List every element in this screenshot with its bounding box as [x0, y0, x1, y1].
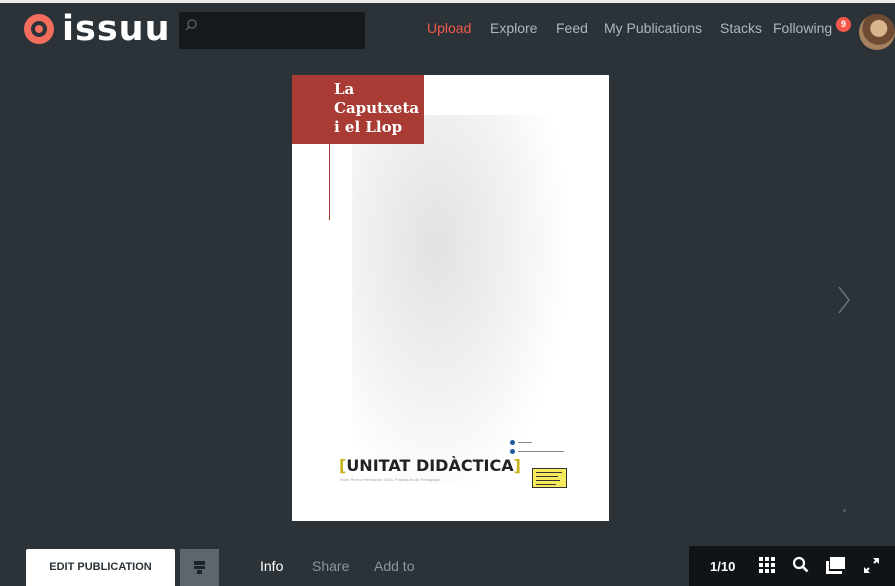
edit-publication-button[interactable]: EDIT PUBLICATION	[26, 549, 175, 586]
chevron-right-icon[interactable]	[837, 285, 851, 315]
close-bracket: ]	[513, 456, 521, 475]
nav-following[interactable]: Following	[773, 20, 832, 36]
nav-stacks[interactable]: Stacks	[720, 20, 762, 36]
unit-label: UNITAT DIDÀCTICA	[346, 456, 514, 475]
document-title: La Caputxeta i el Llop	[334, 80, 420, 136]
nav-explore[interactable]: Explore	[490, 20, 537, 36]
search-icon	[185, 19, 197, 31]
page-indicator: 1/10	[710, 559, 736, 574]
tab-share[interactable]: Share	[312, 558, 349, 574]
tab-info[interactable]: Info	[260, 558, 283, 574]
search-input[interactable]	[179, 12, 365, 49]
stack-button[interactable]	[180, 549, 219, 586]
unit-title: [UNITAT DIDÀCTICA]	[339, 456, 521, 475]
user-avatar[interactable]	[859, 14, 895, 50]
nav-my-publications[interactable]: My Publications	[604, 20, 702, 36]
institution-logos	[510, 438, 572, 458]
vertical-rule	[329, 144, 330, 220]
nav-feed[interactable]: Feed	[556, 20, 588, 36]
display-mode-icon[interactable]	[826, 557, 846, 574]
page-shading	[352, 115, 562, 485]
tab-add-to[interactable]: Add to	[374, 558, 414, 574]
program-logo	[532, 468, 567, 488]
grid-icon[interactable]	[759, 557, 775, 573]
issuu-logo-icon	[24, 14, 54, 44]
zoom-icon[interactable]	[792, 556, 809, 573]
notification-badge[interactable]: 9	[836, 17, 851, 32]
page-marker	[843, 509, 846, 512]
issuu-logo[interactable]: issuu	[24, 9, 171, 49]
nav-upload[interactable]: Upload	[427, 20, 471, 36]
stack-icon	[194, 561, 205, 565]
fullscreen-icon[interactable]	[863, 557, 880, 574]
document-subtitle: Ester Rivera Hernández 2016. Pràctiques …	[340, 477, 441, 482]
logo-text: issuu	[62, 9, 171, 49]
viewer-controls: 1/10	[689, 546, 895, 586]
top-border	[0, 0, 895, 3]
publication-page[interactable]: La Caputxeta i el Llop [UNITAT DIDÀCTICA…	[292, 75, 609, 521]
